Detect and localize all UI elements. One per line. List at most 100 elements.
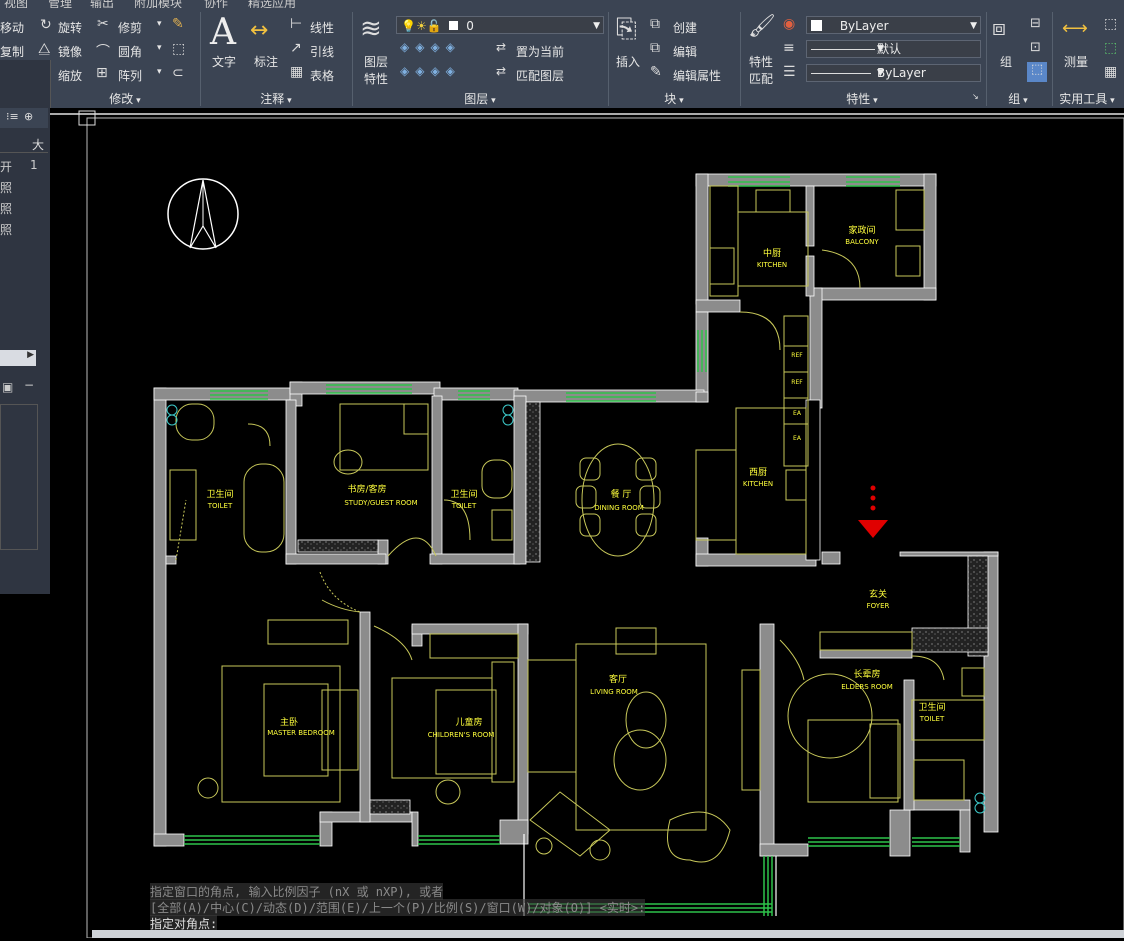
explode-icon[interactable]: ⬚ (172, 41, 185, 57)
match-layer-icon[interactable]: ⇄ (496, 64, 506, 78)
menu-addins[interactable]: 附加模块 (134, 0, 182, 8)
layer-state-icon[interactable]: ◈◈◈◈ (400, 64, 461, 78)
panel-annotation-title[interactable]: 注释 (200, 90, 352, 106)
properties-launcher-icon[interactable]: ↘ (972, 92, 979, 101)
table-button[interactable]: 表格 (310, 67, 334, 84)
layer-tools-icon[interactable]: ◈◈◈◈ (400, 40, 461, 54)
fillet-button[interactable]: 圆角 (118, 43, 142, 60)
linetype-dropdown[interactable]: ByLayer ▼ (806, 64, 981, 82)
select-similar-icon[interactable]: ⬚ (1104, 40, 1117, 56)
layer-properties-icon[interactable]: ≋ (360, 14, 382, 44)
color-wheel-icon[interactable]: ◉ (783, 16, 795, 32)
palette-tool-icon[interactable]: ⁝≡ (6, 110, 19, 123)
menu-output[interactable]: 输出 (90, 0, 114, 8)
offset-icon[interactable]: ⊂ (172, 65, 184, 81)
make-current-icon[interactable]: ⇄ (496, 40, 506, 54)
text-button[interactable]: 文字 (212, 53, 236, 70)
move-button[interactable]: 移动 (0, 19, 24, 36)
command-input[interactable] (92, 930, 1124, 938)
ungroup-icon[interactable]: ⊟ (1030, 16, 1041, 31)
group-button[interactable]: 组 (1000, 53, 1012, 70)
quick-select-icon[interactable]: ⬚ (1104, 16, 1117, 32)
edit-attributes-button[interactable]: 编辑属性 (673, 67, 721, 84)
trim-button[interactable]: 修剪 (118, 19, 142, 36)
color-dropdown[interactable]: ByLayer ▼ (806, 16, 981, 34)
edit-attributes-icon[interactable]: ✎ (650, 64, 662, 80)
menu-collaborate[interactable]: 协作 (204, 0, 228, 8)
make-current-button[interactable]: 置为当前 (516, 43, 564, 60)
layer-properties-button-line1[interactable]: 图层 (364, 53, 388, 70)
array-icon[interactable]: ⊞ (96, 65, 108, 81)
trim-dropdown-icon[interactable]: ▾ (157, 19, 162, 29)
panel-utilities-title[interactable]: 实用工具 (1050, 90, 1124, 106)
edit-block-icon[interactable]: ⧉ (650, 40, 660, 56)
layer-row-state[interactable]: 照 (0, 179, 12, 196)
leader-button[interactable]: 引线 (310, 43, 334, 60)
edit-block-button[interactable]: 编辑 (673, 43, 697, 60)
measure-icon[interactable]: ⟷ (1062, 18, 1088, 39)
array-button[interactable]: 阵列 (118, 67, 142, 84)
palette-settings-icon[interactable]: ▣ (2, 380, 13, 394)
insert-button[interactable]: 插入 (616, 53, 640, 70)
linear-button[interactable]: 线性 (310, 19, 334, 36)
label-ref-1: REF (791, 352, 803, 359)
panel-layers-title[interactable]: 图层 (352, 90, 608, 106)
layer-dropdown[interactable]: 💡☀🔓 0 ▼ (396, 16, 604, 34)
mirror-button[interactable]: 镜像 (58, 43, 82, 60)
drawing-canvas[interactable]: 中厨 KITCHEN 家政间 BALCONY REF REF EA EA 卫生间… (50, 108, 1124, 939)
group-icon[interactable]: ⧈ (992, 16, 1006, 41)
scale-button[interactable]: 缩放 (58, 67, 82, 84)
menu-view[interactable]: 视图 (4, 0, 28, 8)
insert-block-icon[interactable]: ⎘ (616, 14, 637, 45)
palette-scrollbar[interactable]: ▶ (0, 350, 36, 366)
palette-header (0, 60, 48, 108)
palette-filter-icon[interactable]: ⊕ (24, 110, 33, 123)
table-icon[interactable]: ▦ (290, 64, 303, 80)
dimension-button[interactable]: 标注 (254, 53, 278, 70)
create-block-icon[interactable]: ⧉ (650, 16, 660, 32)
menu-manage[interactable]: 管理 (48, 0, 72, 8)
mirror-icon[interactable]: ⧋ (38, 41, 51, 57)
array-dropdown-icon[interactable]: ▾ (157, 67, 162, 77)
label-toilet2-zh: 卫生间 (450, 488, 477, 500)
panel-properties-title[interactable]: 特性 (740, 90, 984, 106)
linear-dim-icon[interactable]: ⊢ (290, 16, 302, 32)
label-toilet2-en: TOILET (451, 502, 477, 510)
layer-row-state[interactable]: 照 (0, 221, 12, 238)
match-properties-icon[interactable]: 🖌 (748, 14, 776, 39)
menu-featured-apps[interactable]: 精选应用 (248, 0, 296, 8)
copy-button[interactable]: 复制 (0, 43, 24, 60)
layer-row-state[interactable]: 照 (0, 200, 12, 217)
layer-properties-button-line2[interactable]: 特性 (364, 70, 388, 87)
dimension-icon[interactable]: ↔ (250, 18, 268, 43)
leader-icon[interactable]: ↗ (290, 40, 302, 56)
fillet-icon[interactable]: ⌒ (96, 41, 110, 61)
command-history-line: [全部(A)/中心(C)/动态(D)/范围(E)/上一个(P)/比例(S)/窗口… (150, 899, 646, 916)
layer-row-state[interactable]: 开 (0, 158, 12, 175)
panel-modify-title[interactable]: 修改 (50, 90, 200, 106)
linetype-icon[interactable]: ☰ (783, 64, 796, 80)
rotate-icon[interactable]: ↻ (40, 17, 52, 33)
trim-icon[interactable]: ✂ (97, 16, 109, 32)
calculator-icon[interactable]: ▦ (1104, 64, 1117, 80)
match-properties-line1[interactable]: 特性 (749, 53, 773, 70)
lineweight-dropdown[interactable]: 默认 ▼ (806, 40, 981, 58)
erase-icon[interactable]: ✎ (172, 16, 184, 32)
fillet-dropdown-icon[interactable]: ▾ (157, 43, 162, 53)
text-icon[interactable]: A (210, 12, 236, 53)
panel-groups-title[interactable]: 组 (986, 90, 1050, 106)
chevron-down-icon: ▼ (970, 21, 977, 31)
group-select-icon[interactable]: ⬚ (1027, 62, 1047, 82)
current-layer-name: 0 (466, 19, 474, 33)
measure-button[interactable]: 测量 (1064, 53, 1088, 70)
label-dining-zh: 餐 厅 (611, 488, 632, 500)
panel-block-title[interactable]: 块 (608, 90, 740, 106)
column-header-label: 大 (32, 138, 45, 152)
palette-collapse-icon[interactable]: − (24, 378, 34, 392)
lineweight-icon[interactable]: ≡ (783, 40, 795, 56)
match-layer-button[interactable]: 匹配图层 (516, 67, 564, 84)
create-block-button[interactable]: 创建 (673, 19, 697, 36)
rotate-button[interactable]: 旋转 (58, 19, 82, 36)
match-properties-line2[interactable]: 匹配 (749, 70, 773, 87)
group-edit-icon[interactable]: ⊡ (1030, 40, 1041, 55)
